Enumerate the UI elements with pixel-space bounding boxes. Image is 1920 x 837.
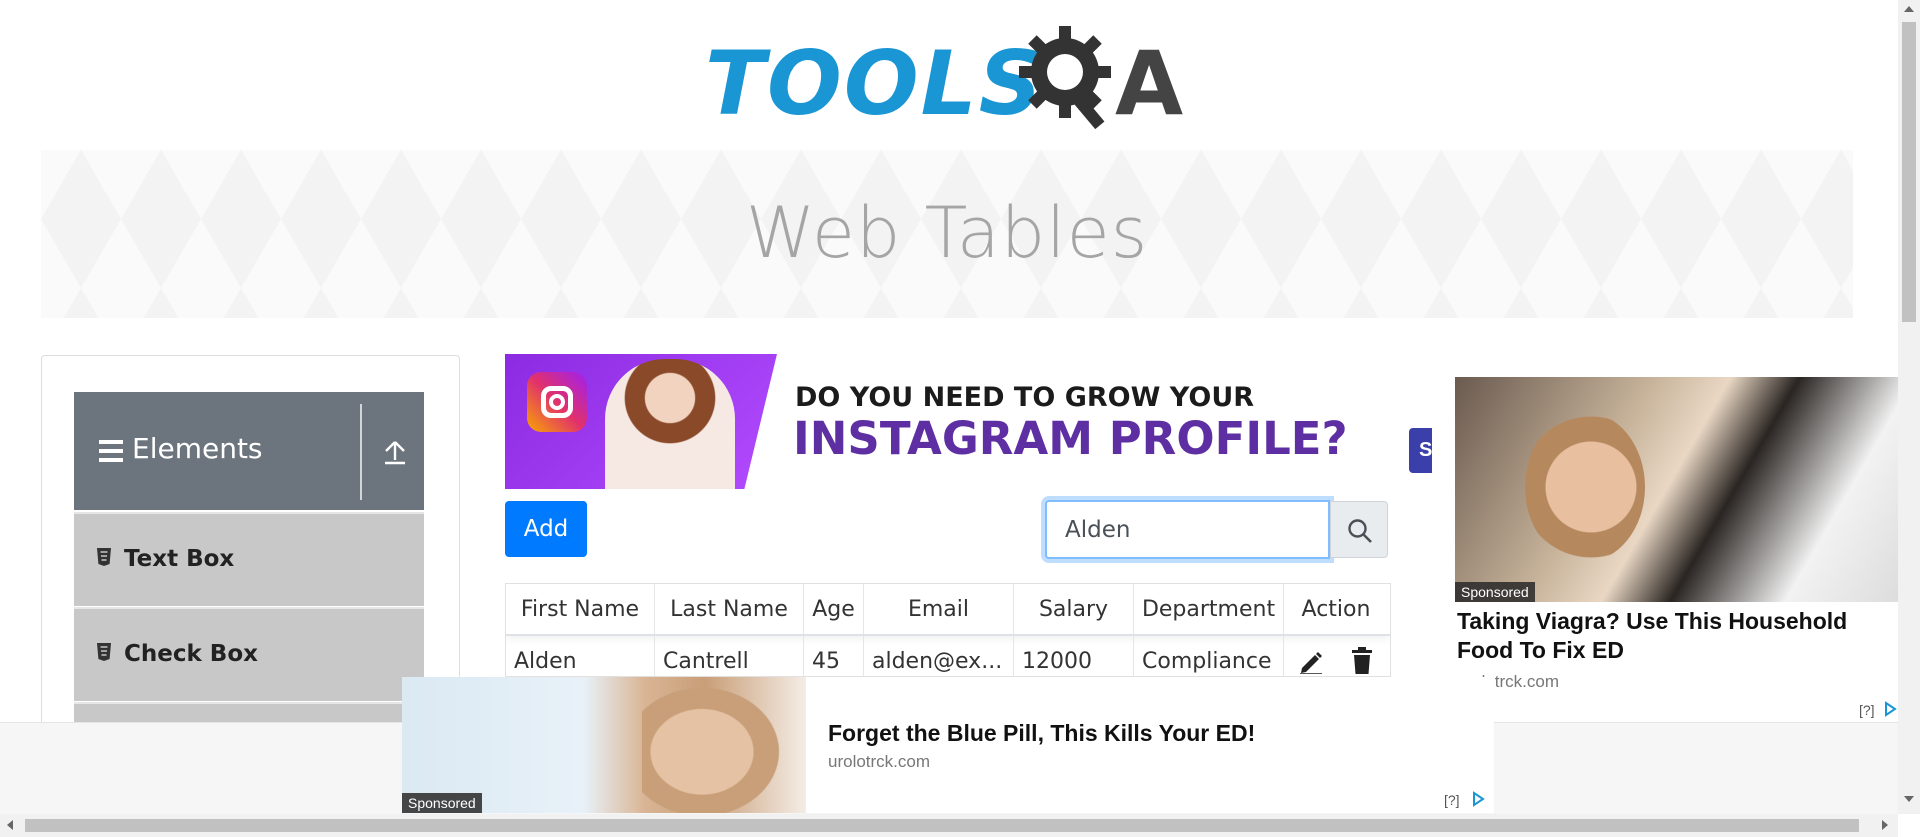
column-header-age[interactable]: Age: [804, 584, 864, 634]
search-icon: [1348, 519, 1372, 543]
gear-magnifier-icon: [1019, 26, 1111, 130]
column-header-first-name[interactable]: First Name: [506, 584, 655, 634]
ad-image: Sponsored: [1455, 377, 1900, 602]
ad-help-link[interactable]: [?]: [1444, 792, 1460, 808]
search-input[interactable]: [1045, 500, 1330, 559]
bottom-ad[interactable]: Sponsored Forget the Blue Pill, This Kil…: [402, 677, 1494, 813]
cell-last-name: Cantrell: [655, 636, 804, 676]
ad-help-link[interactable]: [?]: [1859, 702, 1875, 718]
sponsored-label: Sponsored: [402, 793, 482, 813]
column-header-department[interactable]: Department: [1134, 584, 1284, 634]
hamburger-icon: [99, 440, 123, 462]
sidebar-item-text-box[interactable]: Text Box: [74, 512, 424, 606]
ad-domain[interactable]: urolotrck.com: [828, 752, 930, 772]
column-header-salary[interactable]: Salary: [1014, 584, 1134, 634]
horizontal-scrollbar[interactable]: [0, 814, 1898, 837]
ad-headline[interactable]: Taking Viagra? Use This Household Food T…: [1457, 607, 1887, 665]
cell-age: 45: [804, 636, 864, 676]
ad-person-image: [1525, 412, 1645, 562]
divider: [360, 404, 362, 500]
vertical-scroll-thumb[interactable]: [1902, 22, 1916, 322]
adchoices-icon[interactable]: [1882, 701, 1898, 717]
scroll-up-icon[interactable]: [1904, 6, 1914, 12]
ad-line-2: INSTAGRAM PROFILE?: [793, 412, 1348, 465]
delete-trash-icon[interactable]: [1350, 647, 1374, 675]
scroll-left-icon[interactable]: [7, 820, 13, 830]
adchoices-icon[interactable]: [1470, 791, 1486, 807]
logo-suffix: A: [1115, 32, 1184, 135]
collapse-arrow-icon[interactable]: [382, 436, 408, 466]
ad-headline[interactable]: Forget the Blue Pill, This Kills Your ED…: [828, 720, 1255, 747]
column-header-last-name[interactable]: Last Name: [655, 584, 804, 634]
ad-image: Sponsored: [402, 677, 806, 813]
ad-person-image: [642, 677, 792, 813]
add-button[interactable]: Add: [505, 501, 587, 557]
sidebar-group-title: Elements: [132, 432, 263, 465]
sponsored-label: Sponsored: [1455, 582, 1535, 602]
html5-icon: [97, 548, 111, 566]
cell-salary: 12000: [1014, 636, 1134, 676]
sidebar-item-check-box[interactable]: Check Box: [74, 607, 424, 701]
table-header: First Name Last Name Age Email Salary De…: [506, 584, 1390, 636]
instagram-ad-banner[interactable]: DO YOU NEED TO GROW YOUR INSTAGRAM PROFI…: [505, 354, 1385, 489]
column-header-email[interactable]: Email: [864, 584, 1014, 634]
web-table: First Name Last Name Age Email Salary De…: [505, 583, 1391, 677]
sidebar-item-label: Text Box: [124, 546, 235, 572]
table-row: Alden Cantrell 45 alden@ex... 12000 Comp…: [506, 636, 1390, 676]
toolsqa-logo[interactable]: TOOLS A: [705, 22, 1195, 137]
cell-action: [1284, 636, 1388, 676]
sidebar-group-elements[interactable]: Elements: [74, 392, 424, 510]
page-title: Web Tables: [745, 192, 1149, 274]
instagram-icon: [527, 372, 587, 432]
search-button[interactable]: [1330, 501, 1388, 558]
scroll-down-icon[interactable]: [1904, 796, 1914, 802]
html5-icon: [97, 643, 111, 661]
edit-pencil-icon[interactable]: [1298, 648, 1324, 674]
logo-text: TOOLS: [705, 32, 1045, 135]
column-header-action[interactable]: Action: [1284, 584, 1388, 634]
sidebar-item-label: Check Box: [124, 641, 258, 667]
ad-image: [505, 354, 777, 489]
sidebar-ad[interactable]: Sponsored Taking Viagra? Use This Househ…: [1432, 355, 1900, 728]
ad-line-1: DO YOU NEED TO GROW YOUR: [795, 382, 1255, 413]
scroll-right-icon[interactable]: [1882, 820, 1888, 830]
page-banner: Web Tables: [41, 150, 1853, 318]
cell-department: Compliance: [1134, 636, 1284, 676]
horizontal-scroll-thumb[interactable]: [25, 819, 1859, 832]
cell-first-name: Alden: [506, 636, 655, 676]
vertical-scrollbar[interactable]: [1898, 0, 1920, 814]
cell-email: alden@ex...: [864, 636, 1014, 676]
ad-person-image: [605, 359, 735, 489]
